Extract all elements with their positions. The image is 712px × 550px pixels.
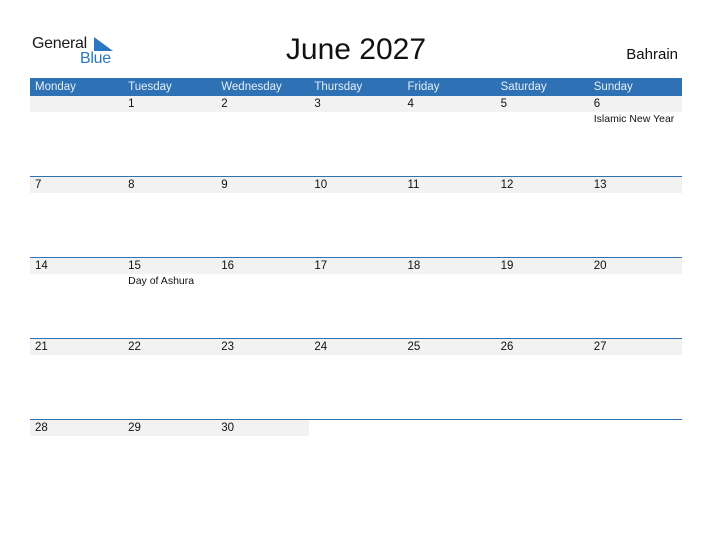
day-event: Day of Ashura — [128, 275, 195, 287]
day-event — [216, 193, 309, 253]
event-row — [30, 436, 682, 496]
day-event — [403, 436, 496, 496]
day-number: 28 — [35, 422, 48, 434]
day-number: 15 — [128, 260, 141, 272]
day-number: 11 — [407, 179, 420, 191]
day-number: 13 — [593, 179, 607, 191]
day-number: 19 — [500, 260, 514, 272]
day-number — [30, 96, 123, 112]
day-event — [216, 436, 309, 496]
day-number: 8 — [128, 179, 135, 191]
weekday-monday: Monday — [35, 81, 76, 93]
day-number: 27 — [593, 341, 607, 353]
weekday-friday: Friday — [407, 81, 440, 93]
day-number — [588, 420, 682, 436]
day-number: 14 — [35, 260, 48, 272]
day-event — [496, 112, 589, 172]
day-number: 29 — [128, 422, 141, 434]
day-event — [216, 355, 309, 415]
weekday-thursday: Thursday — [314, 81, 363, 93]
day-event — [589, 274, 682, 334]
date-row: 1 2 3 4 5 6 — [30, 96, 682, 112]
page-title: June 2027 — [285, 33, 427, 66]
day-event — [589, 436, 682, 496]
day-event — [403, 112, 496, 172]
day-event — [496, 436, 589, 496]
day-event — [123, 112, 216, 172]
day-event — [496, 193, 589, 253]
week-row: 14 15 16 17 18 19 20 Day of Ashura — [30, 257, 682, 334]
week-row: 1 2 3 4 5 6 Islamic New Year — [30, 96, 682, 172]
day-event — [30, 112, 123, 172]
day-event — [309, 436, 402, 496]
day-event — [30, 193, 123, 253]
day-number: 20 — [593, 260, 607, 272]
day-event — [403, 274, 496, 334]
day-event — [216, 112, 309, 172]
week-row: 28 29 30 — [30, 419, 682, 496]
day-event — [403, 193, 496, 253]
week-row: 7 8 9 10 11 12 13 — [30, 176, 682, 253]
day-number — [495, 420, 589, 436]
day-event — [309, 355, 402, 415]
day-number: 2 — [221, 98, 228, 110]
day-event — [496, 355, 589, 415]
day-number: 16 — [221, 260, 235, 272]
event-row — [30, 193, 682, 253]
day-number: 9 — [221, 179, 228, 191]
date-row: 14 15 16 17 18 19 20 — [30, 258, 682, 274]
day-event — [403, 355, 496, 415]
day-number: 18 — [407, 260, 421, 272]
day-number: 22 — [128, 341, 141, 353]
day-event: Islamic New Year — [593, 113, 675, 125]
day-event — [123, 355, 216, 415]
country-label: Bahrain — [626, 46, 678, 63]
day-number: 7 — [35, 179, 42, 191]
day-number: 1 — [128, 98, 135, 110]
day-number: 30 — [221, 422, 235, 434]
weekday-tuesday: Tuesday — [128, 81, 172, 93]
day-event — [30, 436, 123, 496]
day-number: 12 — [500, 179, 514, 191]
day-event — [216, 274, 309, 334]
day-number: 24 — [314, 341, 328, 353]
day-number: 4 — [407, 98, 414, 110]
day-number: 17 — [314, 260, 328, 272]
date-row: 28 29 30 — [30, 420, 682, 436]
weekday-wednesday: Wednesday — [221, 81, 282, 93]
day-number: 3 — [314, 98, 321, 110]
day-event — [589, 193, 682, 253]
day-event — [123, 436, 216, 496]
day-number — [309, 420, 403, 436]
date-row: 7 8 9 10 11 12 13 — [30, 177, 682, 193]
day-event — [123, 193, 216, 253]
weekday-sunday: Sunday — [593, 81, 633, 93]
day-number: 5 — [500, 98, 508, 110]
day-event — [589, 355, 682, 415]
day-event — [30, 274, 123, 334]
day-number: 10 — [314, 179, 328, 191]
event-row: Islamic New Year — [30, 112, 682, 172]
day-number: 6 — [593, 98, 601, 110]
weekday-header: Monday Tuesday Wednesday Thursday Friday… — [30, 78, 682, 96]
event-row: Day of Ashura — [30, 274, 682, 334]
day-event — [309, 274, 402, 334]
weekday-saturday: Saturday — [500, 81, 547, 93]
day-number: 25 — [407, 341, 421, 353]
day-event — [30, 355, 123, 415]
day-event — [496, 274, 589, 334]
day-number — [402, 420, 496, 436]
day-number: 23 — [221, 341, 235, 353]
event-row — [30, 355, 682, 415]
day-event — [309, 112, 402, 172]
day-event — [309, 193, 402, 253]
week-row: 21 22 23 24 25 26 27 — [30, 338, 682, 415]
date-row: 21 22 23 24 25 26 27 — [30, 339, 682, 355]
day-number: 21 — [35, 341, 48, 353]
day-number: 26 — [500, 341, 514, 353]
